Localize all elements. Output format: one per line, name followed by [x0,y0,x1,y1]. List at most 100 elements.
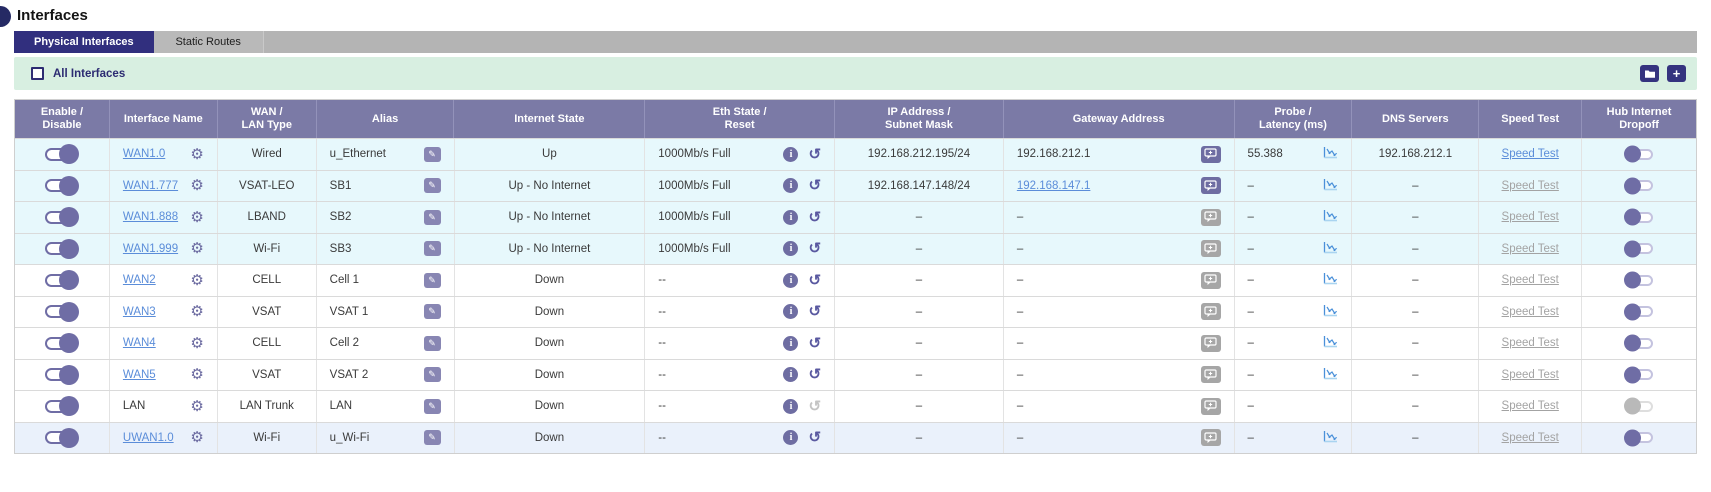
gateway-ping-button[interactable] [1201,303,1221,320]
gateway-ping-button[interactable] [1201,209,1221,226]
hub-dropoff-toggle[interactable] [1625,432,1653,443]
reset-icon[interactable]: ↺ [808,430,821,445]
all-interfaces-checkbox[interactable] [31,67,44,80]
reset-icon[interactable]: ↺ [808,178,821,193]
latency-chart-icon[interactable] [1323,272,1338,288]
speed-test-link[interactable]: Speed Test [1502,180,1559,192]
hub-dropoff-toggle[interactable] [1625,212,1653,223]
enable-toggle[interactable] [45,368,78,381]
settings-gear-icon[interactable]: ⚙ [190,430,203,445]
hub-dropoff-toggle[interactable] [1625,275,1653,286]
settings-gear-icon[interactable]: ⚙ [190,178,203,193]
info-icon[interactable]: i [783,399,798,414]
reset-icon[interactable]: ↺ [808,273,821,288]
latency-chart-icon[interactable] [1323,146,1338,162]
settings-gear-icon[interactable]: ⚙ [190,304,203,319]
info-icon[interactable]: i [783,178,798,193]
latency-chart-icon[interactable] [1323,335,1338,351]
gateway-ping-button[interactable] [1201,398,1221,415]
gateway-link[interactable]: 192.168.147.1 [1017,180,1091,192]
latency-chart-icon[interactable] [1323,209,1338,225]
edit-alias-button[interactable]: ✎ [424,178,441,193]
interface-name-link[interactable]: WAN5 [123,369,156,381]
interface-name-link[interactable]: WAN3 [123,306,156,318]
hub-dropoff-toggle[interactable] [1625,243,1653,254]
settings-gear-icon[interactable]: ⚙ [190,273,203,288]
edit-alias-button[interactable]: ✎ [424,210,441,225]
speed-test-link[interactable]: Speed Test [1502,243,1559,255]
enable-toggle[interactable] [45,148,78,161]
enable-toggle[interactable] [45,431,78,444]
speed-test-link[interactable]: Speed Test [1502,400,1559,412]
hub-dropoff-toggle[interactable] [1625,369,1653,380]
info-icon[interactable]: i [783,210,798,225]
reset-icon[interactable]: ↺ [808,367,821,382]
hub-dropoff-toggle[interactable] [1625,306,1653,317]
gateway-ping-button[interactable] [1201,146,1221,163]
settings-gear-icon[interactable]: ⚙ [190,399,203,414]
reset-icon[interactable]: ↺ [808,304,821,319]
latency-chart-icon[interactable] [1323,178,1338,194]
gateway-ping-button[interactable] [1201,335,1221,352]
interface-name-link[interactable]: WAN1.999 [123,243,178,255]
interface-name-link[interactable]: WAN2 [123,274,156,286]
info-icon[interactable]: i [783,430,798,445]
edit-alias-button[interactable]: ✎ [424,304,441,319]
settings-gear-icon[interactable]: ⚙ [190,241,203,256]
gateway-ping-button[interactable] [1201,429,1221,446]
latency-chart-icon[interactable] [1323,304,1338,320]
gateway-ping-button[interactable] [1201,366,1221,383]
edit-alias-button[interactable]: ✎ [424,336,441,351]
latency-chart-icon[interactable] [1323,430,1338,446]
settings-gear-icon[interactable]: ⚙ [190,367,203,382]
folder-button[interactable] [1640,65,1659,82]
enable-toggle[interactable] [45,274,78,287]
gateway-ping-button[interactable] [1201,240,1221,257]
speed-test-link[interactable]: Speed Test [1502,274,1559,286]
reset-icon[interactable]: ↺ [808,336,821,351]
edit-alias-button[interactable]: ✎ [424,241,441,256]
info-icon[interactable]: i [783,367,798,382]
enable-toggle[interactable] [45,305,78,318]
info-icon[interactable]: i [783,273,798,288]
add-button[interactable]: + [1667,65,1686,82]
interface-name-link[interactable]: WAN1.0 [123,148,165,160]
interface-name-link[interactable]: UWAN1.0 [123,432,174,444]
edit-alias-button[interactable]: ✎ [424,399,441,414]
interface-name-link[interactable]: WAN4 [123,337,156,349]
enable-toggle[interactable] [45,211,78,224]
enable-toggle[interactable] [45,242,78,255]
info-icon[interactable]: i [783,241,798,256]
speed-test-link[interactable]: Speed Test [1502,337,1559,349]
enable-toggle[interactable] [45,337,78,350]
tab-static-routes[interactable]: Static Routes [154,31,264,53]
interface-name-link[interactable]: WAN1.777 [123,180,178,192]
info-icon[interactable]: i [783,304,798,319]
speed-test-link[interactable]: Speed Test [1502,432,1559,444]
latency-chart-icon[interactable] [1323,241,1338,257]
info-icon[interactable]: i [783,336,798,351]
hub-dropoff-toggle[interactable] [1625,149,1653,160]
edit-alias-button[interactable]: ✎ [424,367,441,382]
speed-test-link[interactable]: Speed Test [1502,211,1559,223]
edit-alias-button[interactable]: ✎ [424,147,441,162]
enable-toggle[interactable] [45,400,78,413]
tab-physical-interfaces[interactable]: Physical Interfaces [14,31,154,53]
hub-dropoff-toggle[interactable] [1625,180,1653,191]
speed-test-link[interactable]: Speed Test [1502,148,1559,160]
edit-alias-button[interactable]: ✎ [424,273,441,288]
reset-icon[interactable]: ↺ [808,241,821,256]
edit-alias-button[interactable]: ✎ [424,430,441,445]
reset-icon[interactable]: ↺ [808,147,821,162]
reset-icon[interactable]: ↺ [808,210,821,225]
gateway-ping-button[interactable] [1201,272,1221,289]
speed-test-link[interactable]: Speed Test [1502,306,1559,318]
speed-test-link[interactable]: Speed Test [1502,369,1559,381]
settings-gear-icon[interactable]: ⚙ [190,147,203,162]
enable-toggle[interactable] [45,179,78,192]
hub-dropoff-toggle[interactable] [1625,338,1653,349]
latency-chart-icon[interactable] [1323,367,1338,383]
info-icon[interactable]: i [783,147,798,162]
settings-gear-icon[interactable]: ⚙ [190,336,203,351]
settings-gear-icon[interactable]: ⚙ [190,210,203,225]
